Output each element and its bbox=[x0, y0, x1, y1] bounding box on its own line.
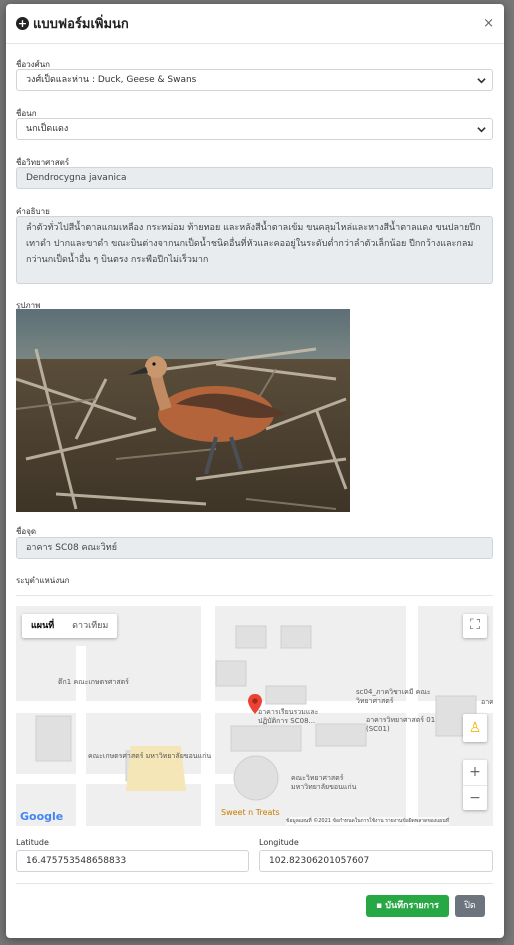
map-attribution: ข้อมูลแผนที่ ©2021 ข้อกำหนดในการใช้งาน ร… bbox=[286, 817, 450, 825]
place-field: อาคาร SC08 คณะวิทย์ bbox=[16, 537, 493, 559]
location-pin-icon bbox=[248, 694, 262, 714]
poi-label: Sweet n Treats bbox=[221, 808, 280, 817]
zoom-controls: + − bbox=[463, 760, 487, 810]
close-icon[interactable]: × bbox=[483, 16, 494, 31]
poi-label: sc04_ภาควิชาเคมี คณะวิทยาศาสตร์ bbox=[356, 688, 431, 705]
latitude-label: Latitude bbox=[16, 838, 49, 847]
longitude-label: Longitude bbox=[259, 838, 299, 847]
save-button-label: บันทึกรายการ bbox=[385, 901, 439, 911]
poi-label: คณะเกษตรศาสตร์ มหาวิทยาลัยขอนแก่น bbox=[88, 752, 212, 760]
modal-title-wrap: + แบบฟอร์มเพิ่มนก bbox=[16, 13, 129, 34]
tab-satellite[interactable]: ดาวเทียม bbox=[63, 614, 117, 638]
latitude-input[interactable]: 16.475753548658833 bbox=[16, 850, 249, 872]
family-select[interactable]: วงศ์เป็ดและห่าน : Duck, Geese & Swans bbox=[16, 69, 493, 91]
bird-select[interactable]: นกเป็ดแดง bbox=[16, 118, 493, 140]
poi-label: อาคารวิทยาศาสตร์ 01 (SC01) bbox=[366, 716, 436, 733]
poi-label: อาคารเรียนรวมและปฏิบัติการ SC08... bbox=[258, 708, 319, 725]
floppy-disk-icon: ▪ bbox=[376, 901, 383, 911]
location-label: ระบุตำแหน่งนก bbox=[16, 576, 70, 585]
pegman-icon[interactable]: ♙ bbox=[463, 714, 487, 742]
close-button[interactable]: ปิด bbox=[455, 895, 485, 917]
duck-photo bbox=[16, 309, 350, 512]
save-button[interactable]: ▪ บันทึกรายการ bbox=[366, 895, 449, 917]
longitude-input[interactable]: 102.82306201057607 bbox=[259, 850, 493, 872]
plus-circle-icon: + bbox=[16, 17, 29, 30]
chevron-down-icon bbox=[477, 127, 486, 133]
tab-map[interactable]: แผนที่ bbox=[22, 614, 63, 638]
footer-divider bbox=[16, 883, 493, 884]
bird-select-value: นกเป็ดแดง bbox=[26, 124, 69, 134]
poi-label: ตึก1 คณะเกษตรศาสตร์ bbox=[58, 678, 129, 686]
fullscreen-icon[interactable]: ⛶ bbox=[463, 614, 487, 638]
divider bbox=[16, 595, 493, 596]
modal-header: + แบบฟอร์มเพิ่มนก × bbox=[6, 4, 504, 44]
add-bird-modal: + แบบฟอร์มเพิ่มนก × ชื่อวงศ์นก วงศ์เป็ดแ… bbox=[6, 4, 504, 938]
zoom-in-button[interactable]: + bbox=[463, 760, 487, 785]
chevron-down-icon bbox=[477, 78, 486, 84]
scientific-name-field: Dendrocygna javanica bbox=[16, 167, 493, 189]
description-field: ลำตัวทั่วไปสีน้ำตาลแกมเหลือง กระหม่อม ท้… bbox=[16, 216, 493, 284]
google-logo: Google bbox=[20, 810, 64, 823]
zoom-out-button[interactable]: − bbox=[463, 785, 487, 810]
modal-title: แบบฟอร์มเพิ่มนก bbox=[33, 17, 129, 32]
family-select-value: วงศ์เป็ดและห่าน : Duck, Geese & Swans bbox=[26, 75, 197, 85]
map-type-tabs: แผนที่ ดาวเทียม bbox=[22, 614, 118, 638]
poi-label: อาค bbox=[481, 698, 493, 706]
location-map[interactable]: แผนที่ ดาวเทียม ⛶ ตึก1 คณะเกษตรศาสตร์ คณ… bbox=[16, 606, 493, 826]
poi-label: คณะวิทยาศาสตร์ มหาวิทยาลัยขอนแก่น bbox=[291, 774, 357, 791]
